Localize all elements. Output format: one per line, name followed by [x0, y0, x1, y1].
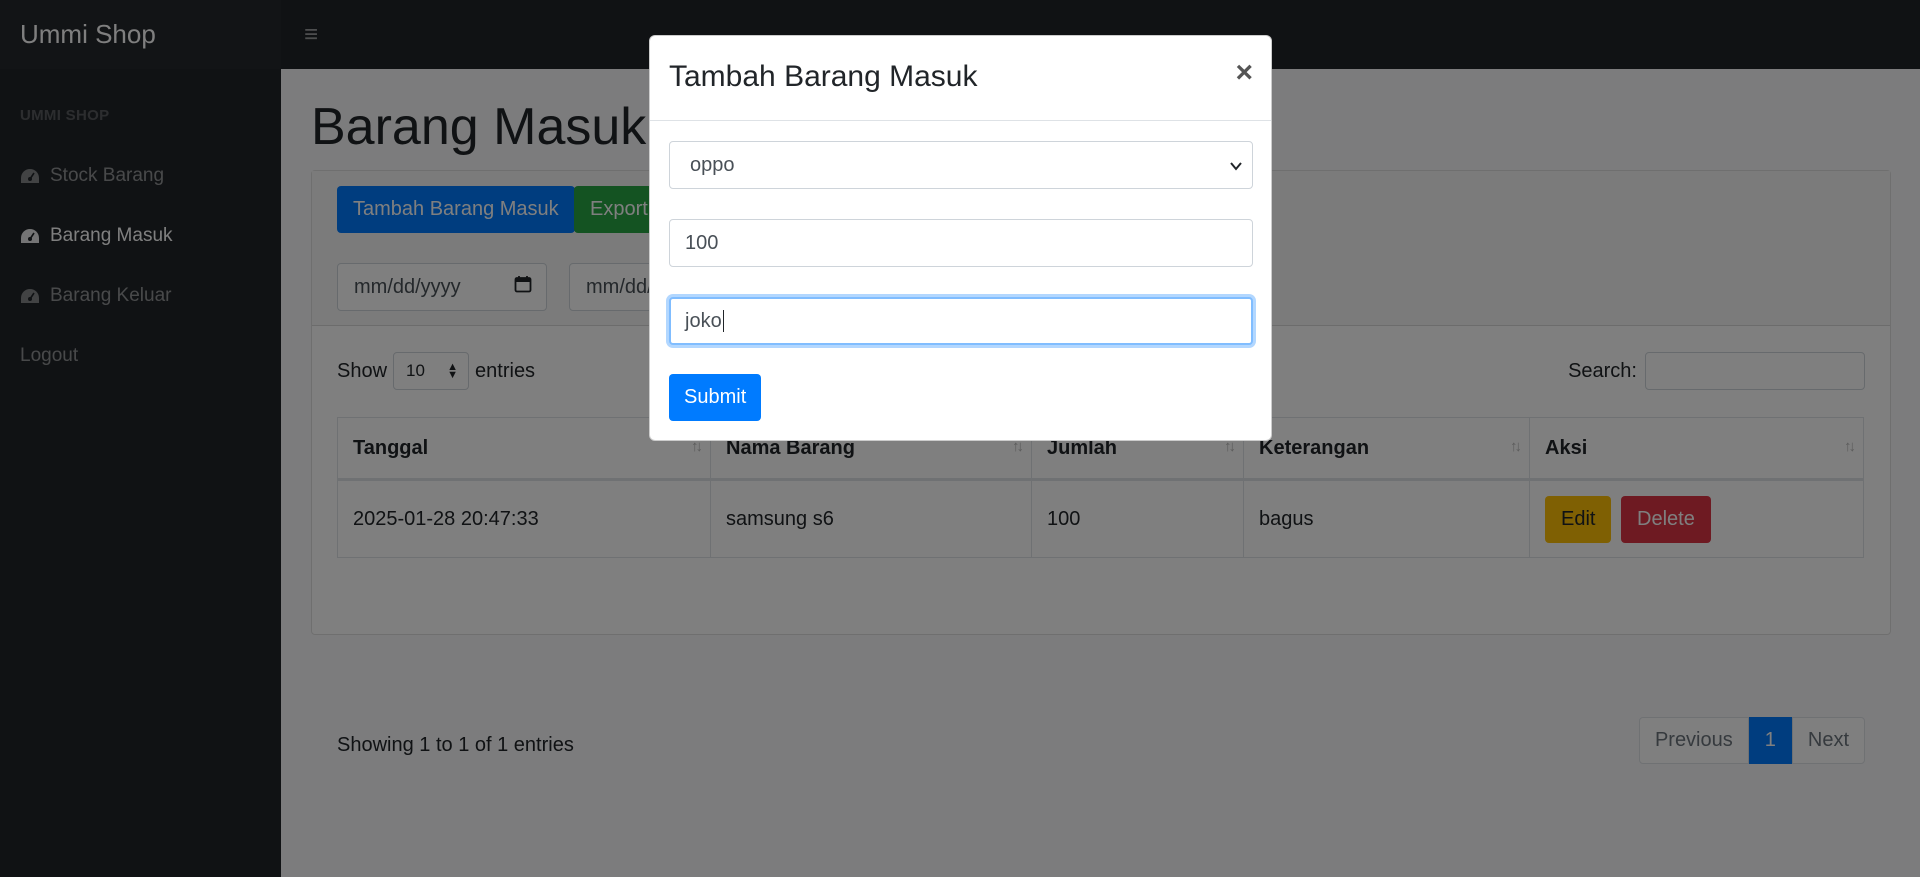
text-caret: [722, 310, 724, 332]
chevron-down-icon: [1230, 154, 1242, 177]
barang-select-value: oppo: [690, 153, 735, 176]
close-icon[interactable]: ×: [1235, 58, 1253, 88]
submit-button[interactable]: Submit: [669, 374, 762, 421]
keterangan-field[interactable]: joko: [669, 297, 1253, 345]
quantity-value: 100: [685, 231, 719, 254]
modal-title: Tambah Barang Masuk: [669, 60, 978, 93]
modal-header: Tambah Barang Masuk ×: [650, 36, 1271, 121]
add-barang-masuk-modal: Tambah Barang Masuk × oppo 100 joko Subm…: [649, 35, 1272, 441]
quantity-field[interactable]: 100: [669, 219, 1253, 267]
barang-select[interactable]: oppo: [669, 141, 1253, 189]
keterangan-value: joko: [685, 309, 722, 332]
